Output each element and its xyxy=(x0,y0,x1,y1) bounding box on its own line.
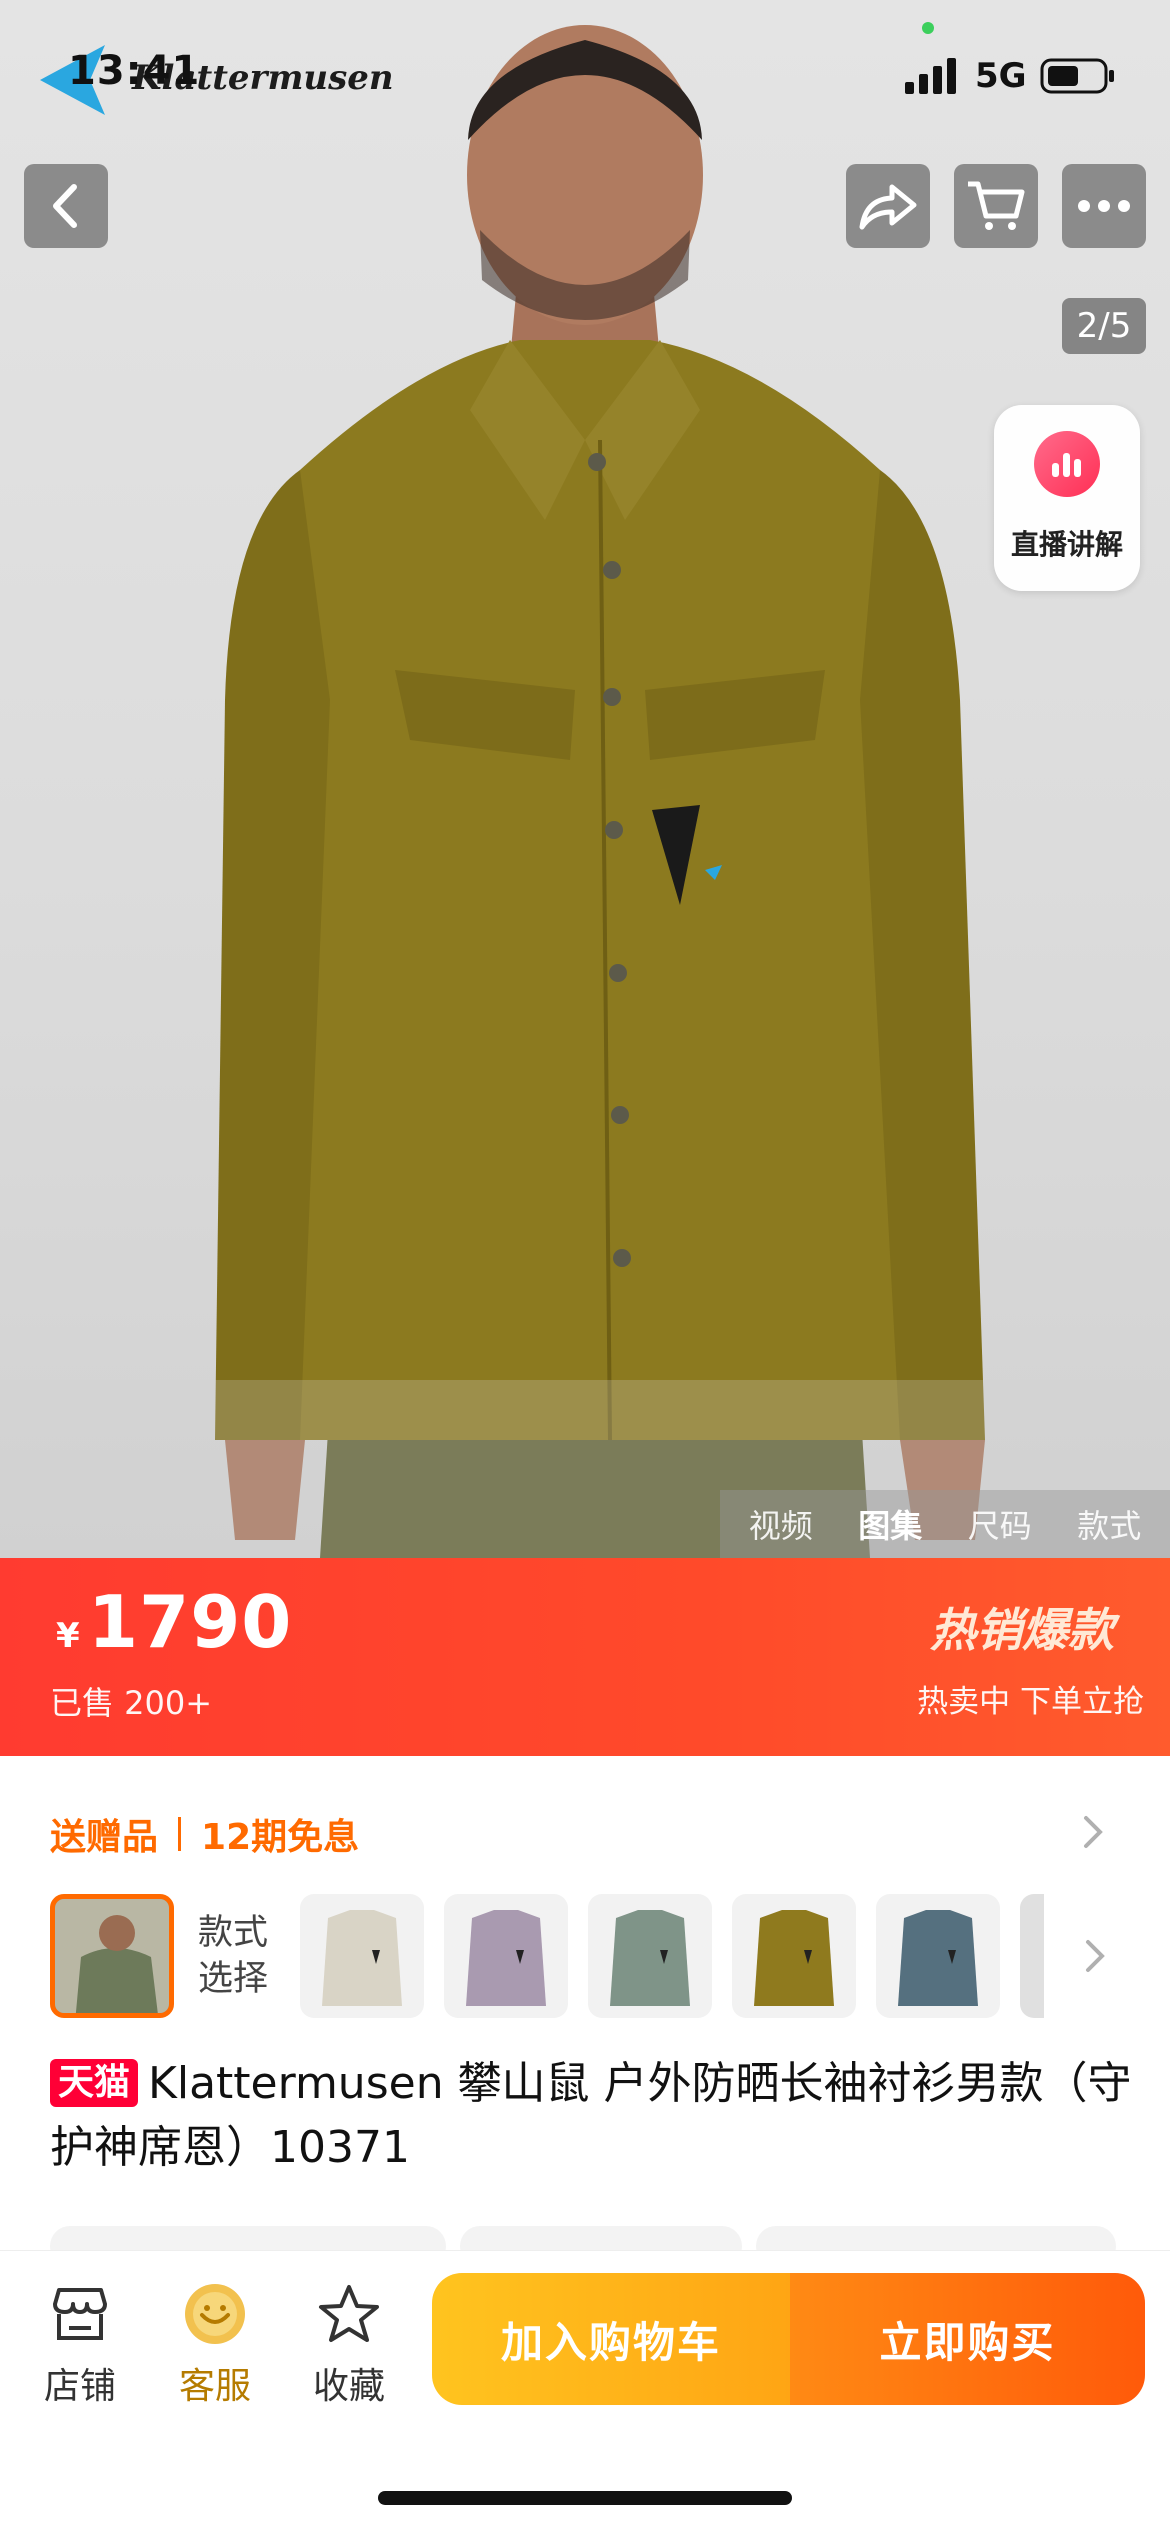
image-counter: 2/5 xyxy=(1062,298,1146,354)
back-button[interactable] xyxy=(24,164,108,248)
store-button[interactable]: 店铺 xyxy=(25,2281,135,2409)
customer-service-label: 客服 xyxy=(178,2366,251,2407)
tab-video[interactable]: 视频 xyxy=(749,1501,813,1547)
price-banner: ¥ 1790 已售 200+ 热销爆款 热卖中 下单立抢 xyxy=(0,1558,1170,1756)
store-label: 店铺 xyxy=(43,2366,116,2407)
currency-symbol: ¥ xyxy=(56,1616,80,1656)
sold-count: 已售 200+ xyxy=(50,1684,213,1722)
chevron-right-icon[interactable] xyxy=(1078,1812,1108,1852)
add-to-cart-button[interactable]: 加入购物车 xyxy=(432,2273,790,2405)
battery-icon xyxy=(1040,58,1114,94)
product-title: 天猫 Klattermusen 攀山鼠 户外防晒长袖衬衫男款（守护神席恩）1037… xyxy=(50,2052,1140,2180)
feature-tag xyxy=(756,2226,1116,2252)
product-title-text: Klattermusen 攀山鼠 户外防晒长袖衬衫男款（守护神席恩）10371 xyxy=(50,2058,1132,2173)
bottom-action-bar: 店铺 客服 收藏 加入购物车 立即购买 xyxy=(0,2250,1170,2532)
signal-icon xyxy=(905,58,956,94)
cart-icon xyxy=(968,181,1025,230)
live-label: 直播讲解 xyxy=(1010,528,1123,561)
chevron-left-icon xyxy=(53,184,77,228)
tmall-badge: 天猫 xyxy=(50,2059,139,2107)
star-icon xyxy=(319,2285,379,2342)
promo-row[interactable]: 送赠品 12期免息 xyxy=(50,1808,359,1860)
price-value: 1790 xyxy=(88,1580,293,1664)
hot-sale-tag: 热销爆款 xyxy=(930,1603,1114,1657)
variant-thumb[interactable] xyxy=(300,1894,424,2018)
privacy-indicator xyxy=(922,22,934,34)
tab-size[interactable]: 尺码 xyxy=(968,1501,1032,1547)
tab-style[interactable]: 款式 xyxy=(1077,1501,1141,1547)
customer-service-icon xyxy=(185,2284,245,2344)
gift-label: 送赠品 xyxy=(50,1817,159,1858)
variant-label: 款式 选择 xyxy=(198,1913,269,1999)
home-indicator[interactable] xyxy=(378,2491,792,2505)
favorite-button[interactable]: 收藏 xyxy=(294,2281,404,2409)
cart-button[interactable] xyxy=(954,164,1038,248)
share-icon xyxy=(859,184,917,230)
live-explain-button[interactable]: 直播讲解 xyxy=(994,405,1140,591)
installment-label: 12期免息 xyxy=(201,1817,360,1858)
favorite-label: 收藏 xyxy=(312,2366,385,2407)
chevron-right-icon[interactable] xyxy=(1080,1936,1110,1976)
more-icon xyxy=(1078,200,1130,212)
feature-tag xyxy=(50,2226,446,2252)
tab-gallery[interactable]: 图集 xyxy=(858,1501,922,1547)
feature-tag xyxy=(460,2226,742,2252)
store-icon xyxy=(53,2288,107,2340)
variant-thumb-selected[interactable] xyxy=(50,1894,174,2018)
product-image-gallery[interactable]: Klattermusen 13:41 5G 2/5 直播讲解 视频 图集 尺码 … xyxy=(0,0,1170,1558)
promo-divider xyxy=(178,1817,182,1851)
variant-thumb[interactable] xyxy=(444,1894,568,2018)
feature-tags xyxy=(50,2226,1170,2252)
customer-service-button[interactable]: 客服 xyxy=(160,2281,270,2409)
variant-thumb[interactable] xyxy=(732,1894,856,2018)
variant-thumb[interactable] xyxy=(588,1894,712,2018)
variant-thumb[interactable] xyxy=(876,1894,1000,2018)
status-time: 13:41 xyxy=(68,48,201,94)
media-tabs: 视频 图集 尺码 款式 xyxy=(720,1490,1170,1558)
live-icon xyxy=(1034,431,1100,497)
variant-selector: 款式 选择 xyxy=(50,1890,1170,2020)
variant-thumb[interactable] xyxy=(1020,1894,1044,2018)
share-button[interactable] xyxy=(846,164,930,248)
buy-now-button[interactable]: 立即购买 xyxy=(790,2273,1145,2405)
network-type: 5G xyxy=(975,56,1027,96)
more-button[interactable] xyxy=(1062,164,1146,248)
hot-sale-subtitle: 热卖中 下单立抢 xyxy=(917,1684,1144,1720)
